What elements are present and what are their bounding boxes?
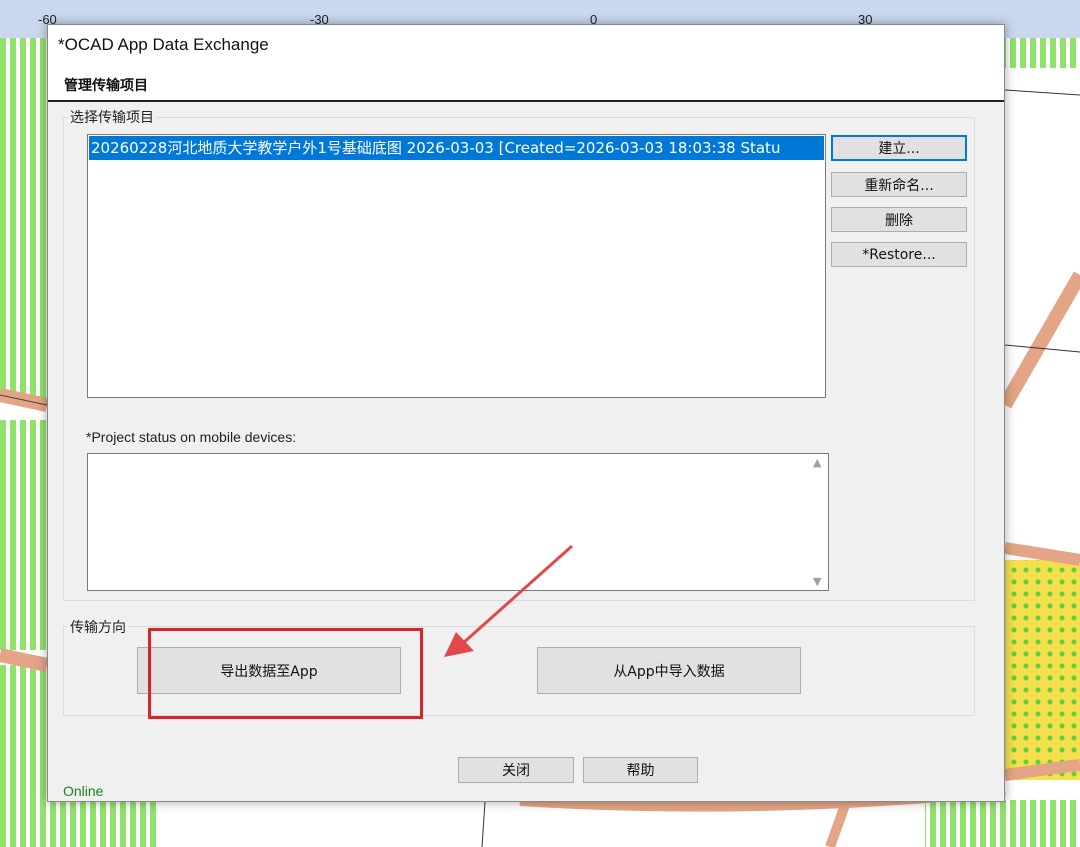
map-vegetation-area [1005, 38, 1080, 68]
app-data-exchange-dialog: *OCAD App Data Exchange 管理传输项目 选择传输项目 20… [47, 24, 1005, 802]
scroll-up-icon[interactable]: ▲ [813, 456, 821, 469]
rename-button[interactable]: 重新命名... [831, 172, 967, 197]
online-status: Online [63, 783, 104, 799]
restore-button[interactable]: *Restore... [831, 242, 967, 267]
dialog-header: *OCAD App Data Exchange 管理传输项目 [48, 25, 1004, 102]
import-from-app-button[interactable]: 从App中导入数据 [537, 647, 801, 694]
window-title: *OCAD App Data Exchange [58, 35, 269, 54]
map-vegetation-area [925, 800, 1080, 847]
close-button[interactable]: 关闭 [458, 757, 574, 783]
list-item[interactable]: 20260228河北地质大学教学户外1号基础底图 2026-03-03 [Cre… [89, 136, 824, 160]
scroll-down-icon[interactable]: ▼ [813, 575, 821, 588]
map-field-area [1005, 560, 1080, 780]
delete-button[interactable]: 删除 [831, 207, 967, 232]
map-vegetation-area [0, 665, 47, 847]
select-project-group-label: 选择传输项目 [68, 107, 156, 127]
help-button[interactable]: 帮助 [583, 757, 698, 783]
map-vegetation-area [0, 38, 47, 398]
create-button[interactable]: 建立... [831, 135, 967, 161]
map-vegetation-area [0, 420, 47, 650]
screen: -60 -30 0 30 *OCAD App Data Exchange 管理传… [0, 0, 1080, 847]
page-title: 管理传输项目 [64, 78, 148, 94]
status-scrollbar[interactable]: ▲ ▼ [810, 454, 828, 590]
transfer-direction-label: 传输方向 [68, 617, 128, 637]
mobile-status-textarea[interactable]: ▲ ▼ [87, 453, 829, 591]
mobile-status-label: *Project status on mobile devices: [86, 429, 297, 445]
map-vegetation-area [47, 800, 157, 847]
export-to-app-button[interactable]: 导出数据至App [137, 647, 401, 694]
project-listbox[interactable]: 20260228河北地质大学教学户外1号基础底图 2026-03-03 [Cre… [87, 134, 826, 398]
